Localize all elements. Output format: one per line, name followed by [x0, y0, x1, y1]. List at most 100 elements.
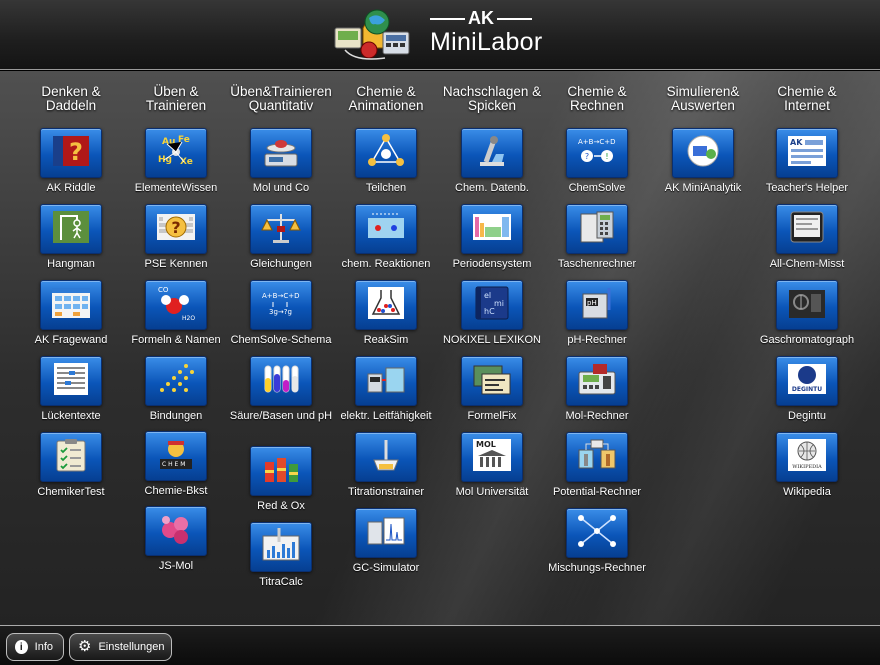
app-tile[interactable]: A+B→C+D?! ChemSolve — [538, 128, 656, 196]
app-tile[interactable]: Chem. Datenb. — [433, 128, 551, 196]
app-tile[interactable]: ? PSE Kennen — [117, 204, 235, 272]
app-tile[interactable]: AK MiniAnalytik — [644, 128, 762, 196]
app-tile[interactable]: Gaschromatograph — [748, 280, 866, 348]
app-tile[interactable]: Mischungs-Rechner — [538, 508, 656, 576]
app-tile-button[interactable] — [250, 204, 312, 254]
app-tile[interactable]: chem. Reaktionen — [327, 204, 445, 272]
app-tile-button[interactable] — [145, 506, 207, 556]
app-tile-button[interactable] — [461, 356, 523, 406]
app-tile-button[interactable] — [776, 280, 838, 330]
app-tile[interactable]: ReakSim — [327, 280, 445, 348]
app-tile[interactable]: WIKIPEDIA Wikipedia — [748, 432, 866, 500]
app-tile-button[interactable]: ? — [40, 128, 102, 178]
app-tile-button[interactable] — [461, 128, 523, 178]
bonds-icon — [154, 360, 198, 403]
info-button[interactable]: i Info — [6, 633, 64, 661]
app-tile-label: Teacher's Helper — [765, 182, 849, 194]
app-tile-label: Formeln & Namen — [131, 334, 221, 346]
app-tile-label: Mol Universität — [455, 486, 529, 498]
app-tile[interactable]: Hangman — [12, 204, 130, 272]
app-tile-button[interactable]: AK — [776, 128, 838, 178]
app-tile-button[interactable]: WIKIPEDIA — [776, 432, 838, 482]
app-tile-button[interactable] — [40, 280, 102, 330]
app-tile-button[interactable]: A+B→C+D 3g→?g — [250, 280, 312, 330]
app-tile-button[interactable] — [776, 204, 838, 254]
app-tile-button[interactable] — [250, 128, 312, 178]
app-tile-label: AK MiniAnalytik — [664, 182, 742, 194]
app-tile[interactable]: Lückentexte — [12, 356, 130, 424]
app-tile[interactable]: el mi hC NOKIXEL LEXIKON — [433, 280, 551, 348]
app-tile-button[interactable] — [355, 204, 417, 254]
category-column: Chemie & Internet AK Teacher's Helper All-Ch… — [748, 85, 866, 499]
app-tile-button[interactable] — [355, 508, 417, 558]
app-tile[interactable]: FormelFix — [433, 356, 551, 424]
app-tile-button[interactable] — [355, 280, 417, 330]
app-tile[interactable]: Potential-Rechner — [538, 432, 656, 500]
app-tile[interactable]: pH pH-Rechner — [538, 280, 656, 348]
app-tile[interactable]: Periodensystem — [433, 204, 551, 272]
app-tile-label: GC-Simulator — [352, 562, 420, 574]
app-tile[interactable]: Bindungen — [117, 356, 235, 424]
app-tile-button[interactable] — [250, 356, 312, 406]
app-tile[interactable]: C H E M Chemie-Bkst — [117, 431, 235, 499]
riddle-icon: ? — [49, 132, 93, 175]
app-tile[interactable]: Mol-Rechner — [538, 356, 656, 424]
app-tile-button[interactable]: pH — [566, 280, 628, 330]
app-tile[interactable]: AK Fragewand — [12, 280, 130, 348]
app-tile-button[interactable] — [461, 204, 523, 254]
app-tile[interactable]: Mol und Co — [222, 128, 340, 196]
app-tile-button[interactable]: ? — [145, 204, 207, 254]
settings-button[interactable]: ⚙ Einstellungen — [69, 633, 172, 661]
app-header: AK MiniLabor — [0, 0, 880, 70]
app-tile-button[interactable]: el mi hC — [461, 280, 523, 330]
ph-meter-icon: pH — [575, 284, 619, 327]
app-tile-button[interactable] — [566, 508, 628, 558]
app-tile-button[interactable] — [40, 432, 102, 482]
app-tile-button[interactable]: MOL — [461, 432, 523, 482]
app-tile[interactable]: Red & Ox — [222, 446, 340, 514]
balance-icon — [259, 208, 303, 251]
app-tile[interactable]: AK Teacher's Helper — [748, 128, 866, 196]
app-tile-button[interactable] — [566, 432, 628, 482]
svg-text:?: ? — [585, 152, 589, 161]
app-tile[interactable]: JS-Mol — [117, 506, 235, 574]
app-tile-button[interactable] — [40, 204, 102, 254]
app-tile[interactable]: elektr. Leitfähigkeit — [327, 356, 445, 424]
app-tile[interactable]: Säure/Basen und pH — [222, 356, 340, 424]
app-tile[interactable]: DEGINTU Degintu — [748, 356, 866, 424]
app-tile[interactable]: Titrationstrainer — [327, 432, 445, 500]
periodic-table-icon — [470, 208, 514, 251]
potential-icon — [575, 436, 619, 479]
app-tile[interactable]: Teilchen — [327, 128, 445, 196]
app-tile-button[interactable] — [250, 446, 312, 496]
app-tile[interactable]: GC-Simulator — [327, 508, 445, 576]
app-tile[interactable]: Gleichungen — [222, 204, 340, 272]
app-tile-button[interactable] — [145, 356, 207, 406]
app-tile-button[interactable] — [250, 522, 312, 572]
svg-text:H2O: H2O — [182, 315, 195, 322]
app-tile-button[interactable] — [672, 128, 734, 178]
svg-text:C H E M: C H E M — [162, 461, 185, 468]
app-tile-label: Mol-Rechner — [565, 410, 629, 422]
app-tile-button[interactable] — [40, 356, 102, 406]
app-tile[interactable]: A+B→C+D 3g→?g ChemSolve-Schema — [222, 280, 340, 348]
app-tile[interactable]: Taschenrechner — [538, 204, 656, 272]
app-tile[interactable]: CO H2O Formeln & Namen — [117, 280, 235, 348]
app-tile-button[interactable]: A+B→C+D?! — [566, 128, 628, 178]
app-tile-button[interactable] — [355, 432, 417, 482]
app-tile[interactable]: ChemikerTest — [12, 432, 130, 500]
app-tile-button[interactable]: DEGINTU — [776, 356, 838, 406]
app-tile-button[interactable]: CO H2O — [145, 280, 207, 330]
app-tile-button[interactable] — [566, 356, 628, 406]
app-tile-button[interactable]: Au Fe Hg Xe — [145, 128, 207, 178]
app-tile-button[interactable] — [355, 356, 417, 406]
app-tile-button[interactable] — [566, 204, 628, 254]
app-tile[interactable]: TitraCalc — [222, 522, 340, 590]
app-tile[interactable]: Au Fe Hg Xe ElementeWissen — [117, 128, 235, 196]
app-tile-button[interactable]: C H E M — [145, 431, 207, 481]
app-tile-button[interactable] — [355, 128, 417, 178]
category-title: Chemie & Rechnen — [567, 84, 627, 113]
app-tile[interactable]: MOL Mol Universität — [433, 432, 551, 500]
app-tile[interactable]: ? AK Riddle — [12, 128, 130, 196]
app-tile[interactable]: All-Chem-Misst — [748, 204, 866, 272]
